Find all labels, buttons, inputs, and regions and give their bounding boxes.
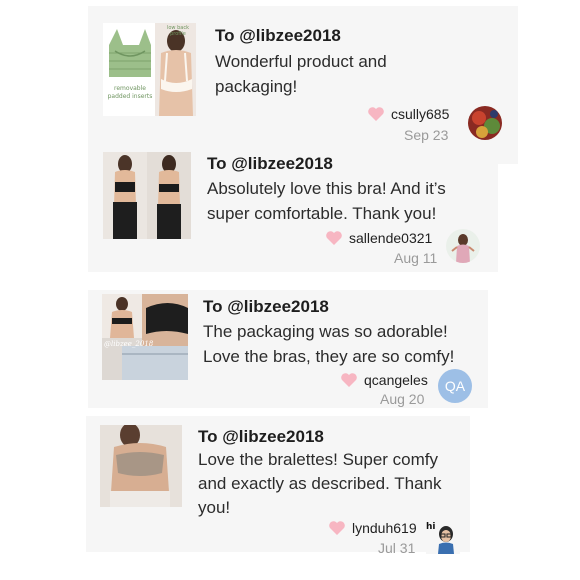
review-card-4[interactable]: To @libzee2018 Love the bralettes! Super… — [86, 416, 470, 556]
review-message-line: Love the bras, they are so comfy! — [203, 347, 455, 366]
review-message-line: you! — [198, 498, 231, 517]
avatar-text: hi — [426, 522, 436, 532]
product-thumbnail[interactable]: @libzee_2018 — [102, 294, 188, 380]
review-message: Wonderful product and packaging! — [215, 49, 387, 99]
thumbnail-watermark: @libzee_2018 — [104, 340, 154, 348]
review-message-line: Wonderful product and — [215, 52, 387, 71]
heart-icon — [368, 107, 384, 121]
review-message-line: and exactly as described. Thank — [198, 474, 442, 493]
product-thumbnail[interactable] — [100, 425, 182, 507]
heart-icon — [329, 521, 345, 535]
reviewer[interactable]: qcangeles — [340, 372, 428, 388]
reviewer[interactable]: sallende0321 — [325, 230, 432, 246]
review-recipient[interactable]: To @libzee2018 — [198, 427, 324, 447]
reviewer-username[interactable]: lynduh619 — [352, 520, 417, 536]
reviewer-avatar[interactable]: QA — [438, 369, 472, 403]
reviewer-username[interactable]: qcangeles — [364, 372, 428, 388]
heart-icon — [341, 373, 357, 387]
review-message: Absolutely love this bra! And it’s super… — [207, 176, 446, 226]
reviewer[interactable]: lynduh619 — [328, 520, 417, 536]
review-recipient[interactable]: To @libzee2018 — [207, 154, 333, 174]
review-message: Love the bralettes! Super comfy and exac… — [198, 448, 442, 520]
review-date: Sep 23 — [404, 127, 449, 143]
review-recipient[interactable]: To @libzee2018 — [203, 297, 329, 317]
product-image — [102, 294, 188, 380]
avatar-image — [468, 106, 502, 140]
reviewer-avatar[interactable] — [468, 106, 502, 140]
review-message-line: Absolutely love this bra! And it’s — [207, 179, 446, 198]
thumbnail-caption-bottom: removable padded inserts — [107, 85, 153, 100]
review-recipient[interactable]: To @libzee2018 — [215, 26, 341, 46]
reviewer-username[interactable]: sallende0321 — [349, 230, 432, 246]
review-date: Aug 11 — [394, 250, 438, 266]
thumbnail-caption-top: low back profile — [166, 25, 189, 37]
review-message-line: packaging! — [215, 77, 298, 96]
review-message-line: The packaging was so adorable! — [203, 322, 448, 341]
product-thumbnail[interactable]: low back profile removable padded insert… — [103, 23, 196, 116]
product-thumbnail[interactable] — [103, 152, 191, 239]
review-message: The packaging was so adorable! Love the … — [203, 319, 454, 369]
reviewer-avatar[interactable] — [446, 229, 480, 263]
heart-icon — [326, 231, 342, 245]
product-image — [103, 152, 191, 239]
avatar-image — [446, 229, 480, 263]
reviewer-username[interactable]: csully685 — [391, 106, 449, 122]
reviewer-avatar[interactable]: hi — [426, 520, 460, 554]
review-card-2[interactable]: To @libzee2018 Absolutely love this bra!… — [88, 146, 498, 272]
review-message-line: Love the bralettes! Super comfy — [198, 450, 439, 469]
review-card-1[interactable]: low back profile removable padded insert… — [88, 6, 518, 164]
product-image — [100, 425, 182, 507]
review-card-3[interactable]: @libzee_2018 To @libzee2018 The packagin… — [88, 290, 488, 408]
reviewer[interactable]: csully685 — [367, 106, 449, 122]
review-date: Aug 20 — [380, 391, 425, 407]
review-date: Jul 31 — [378, 540, 416, 556]
review-message-line: super comfortable. Thank you! — [207, 204, 437, 223]
